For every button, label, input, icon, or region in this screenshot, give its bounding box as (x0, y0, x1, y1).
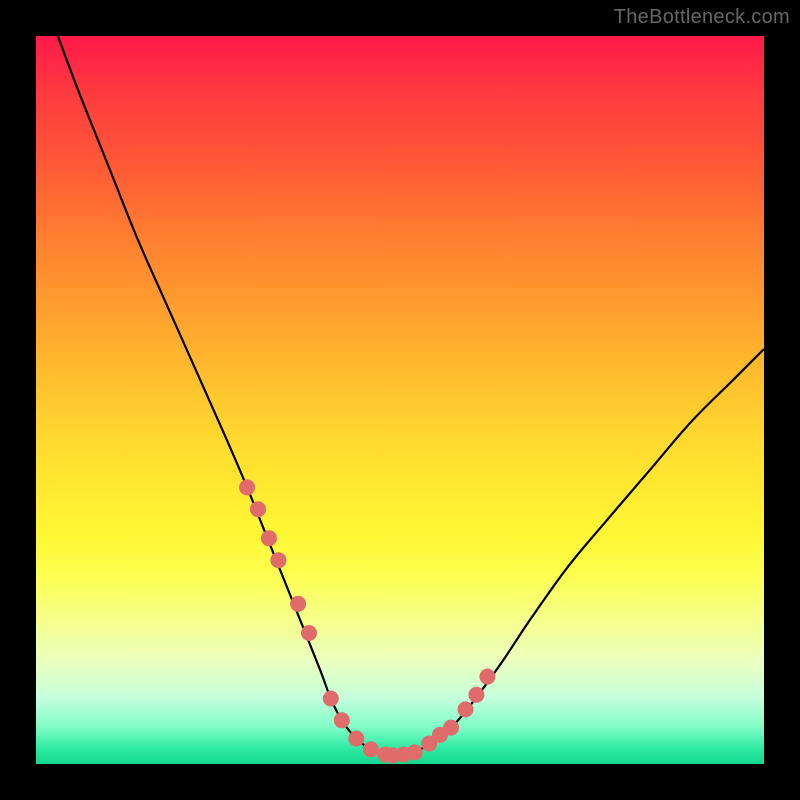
marker-dot (348, 731, 364, 747)
marker-dot (443, 720, 459, 736)
marker-dot (270, 552, 286, 568)
bottleneck-curve (58, 36, 764, 756)
plot-area (36, 36, 764, 764)
marker-dot (458, 701, 474, 717)
marker-dot (290, 596, 306, 612)
marker-dot (334, 712, 350, 728)
marker-dot (250, 501, 266, 517)
marker-dot (301, 625, 317, 641)
marker-dot (239, 479, 255, 495)
marker-dot (468, 687, 484, 703)
marker-dot (261, 530, 277, 546)
marker-dot (323, 691, 339, 707)
marker-dot (479, 669, 495, 685)
chart-container: TheBottleneck.com (0, 0, 800, 800)
marker-dot (407, 744, 423, 760)
marker-dot (363, 741, 379, 757)
watermark-text: TheBottleneck.com (614, 6, 790, 29)
curve-svg (36, 36, 764, 764)
